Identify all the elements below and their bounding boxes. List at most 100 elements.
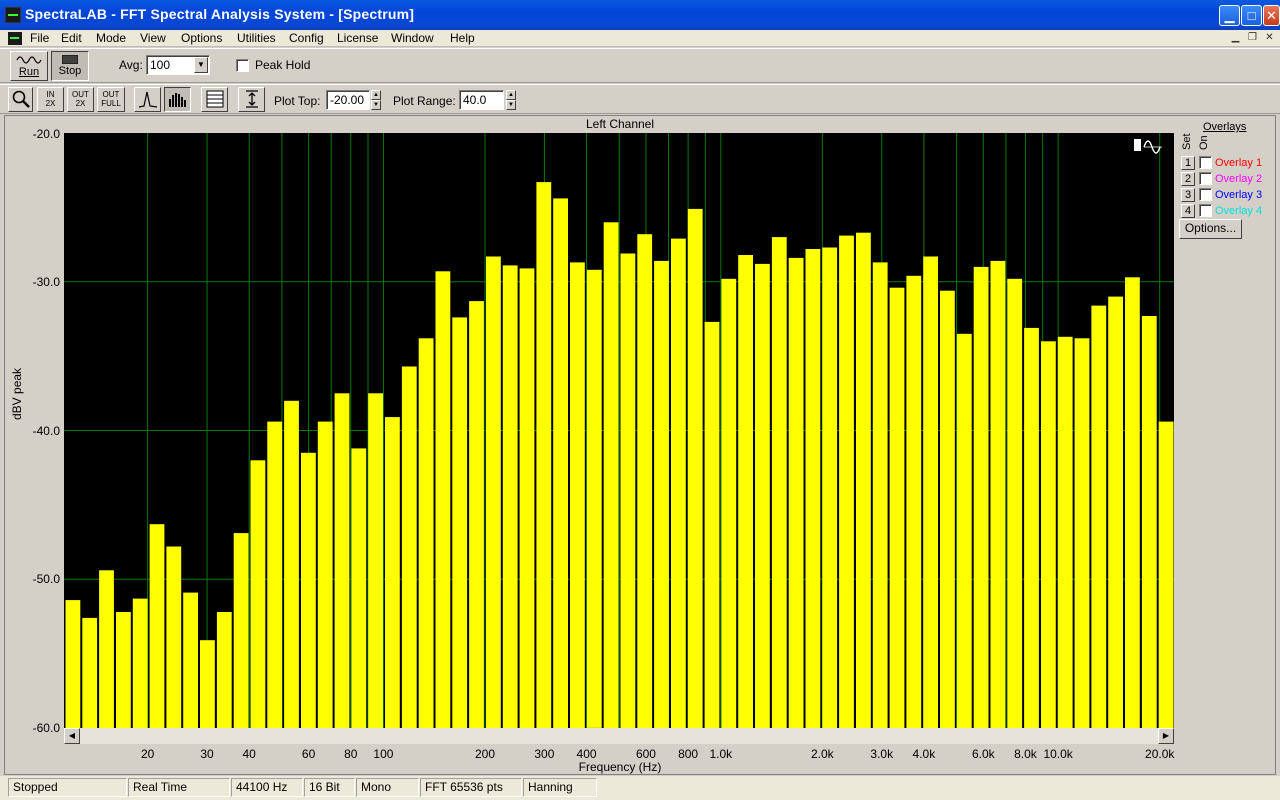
spectrum-bar [519,268,535,728]
menu-config[interactable]: Config [289,30,324,47]
overlay-1-checkbox[interactable] [1199,156,1212,169]
x-axis-label: Frequency (Hz) [578,760,662,774]
y-tick-label: -50.0 [32,572,60,586]
spectrum-chart[interactable] [64,133,1174,728]
menu-mode[interactable]: Mode [96,30,126,47]
overlay-2-checkbox[interactable] [1199,172,1212,185]
overlay-3-checkbox[interactable] [1199,188,1212,201]
x-tick-label: 4.0k [912,747,936,761]
close-button[interactable]: ✕ [1263,5,1280,26]
mdi-close-icon[interactable]: ✕ [1262,31,1277,45]
horizontal-scrollbar[interactable]: ◀ ▶ [64,728,1174,744]
menu-license[interactable]: License [337,30,378,47]
vertical-scale-icon [245,90,258,108]
overlay-1-set-button[interactable]: 1 [1181,156,1195,170]
peak-hold-checkbox[interactable] [236,59,249,72]
line-plot-button[interactable] [134,87,161,112]
overlay-1-label: Overlay 1 [1215,157,1263,169]
x-tick-label: 400 [576,747,597,761]
spectrum-bar [368,393,383,728]
bar-plot-icon [168,93,186,107]
scroll-right-icon[interactable]: ▶ [1158,728,1174,744]
x-tick-label: 2.0k [811,747,834,761]
overlay-4-set-button[interactable]: 4 [1181,204,1195,218]
zoom-out-2x-label: 2X [75,99,86,108]
menu-help[interactable]: Help [450,30,475,47]
menu-bar: File Edit Mode View Options Utilities Co… [0,30,1280,47]
spectrum-bar [216,612,232,728]
zoom-out-full-button[interactable]: OUT FULL [97,87,125,112]
spin-down-icon[interactable]: ▼ [506,100,516,110]
chevron-down-icon[interactable]: ▼ [194,57,208,73]
zoom-out-2x-button[interactable]: OUT 2X [67,87,94,112]
spin-down-icon[interactable]: ▼ [371,100,381,110]
mdi-restore-icon[interactable]: ❐ [1245,31,1260,45]
spectrum-bar [906,275,922,728]
spectrum-bar [654,260,669,728]
plot-top-value: -20.00 [330,93,365,107]
spectrum-bar [284,400,299,728]
spectrum-bar [385,417,400,728]
spectralab-window: SpectraLAB - FFT Spectral Analysis Syste… [0,0,1280,800]
table-view-button[interactable] [201,87,228,112]
plot-range-input[interactable]: 40.0 [459,90,504,110]
spin-up-icon[interactable]: ▲ [506,90,516,100]
menu-utilities[interactable]: Utilities [237,30,276,47]
menu-file[interactable]: File [30,30,49,47]
chart-title: Left Channel [585,117,655,131]
run-button[interactable]: Run [10,51,48,81]
spectrum-bar [435,271,451,728]
plot-top-input[interactable]: -20.00 [326,90,370,110]
spectrum-bar [1057,336,1073,728]
plot-range-spinner[interactable]: ▲ ▼ [506,90,516,110]
menu-options[interactable]: Options [181,30,222,47]
x-tick-label: 30 [200,747,214,761]
spectrum-bar [620,253,636,728]
spectrum-bar [872,262,888,728]
autoscale-button[interactable] [238,87,265,112]
spectrum-bar [418,338,434,728]
zoom-button[interactable] [8,87,33,112]
maximize-button[interactable]: □ [1241,5,1262,26]
bar-plot-button[interactable] [164,87,191,112]
overlay-4-label: Overlay 4 [1215,205,1263,217]
stop-button[interactable]: Stop [51,51,89,81]
spectrum-bar [1125,277,1140,728]
overlay-2-label: Overlay 2 [1215,173,1263,185]
spectrum-bar [603,222,619,728]
spectrum-bar [502,265,518,728]
plot-range-value: 40.0 [463,93,487,107]
x-tick-label: 20 [140,747,155,761]
sine-wave-icon [16,56,42,64]
spectrum-bar [687,208,703,728]
status-sample-rate: 44100 Hz [231,778,303,797]
spectrum-bar [267,421,283,728]
y-tick-label: -20.0 [32,127,60,141]
plot-top-spinner[interactable]: ▲ ▼ [371,90,381,110]
run-label: Run [18,66,40,78]
overlay-2-set-button[interactable]: 2 [1181,172,1195,186]
document-icon[interactable] [8,32,22,45]
spectrum-bar [788,257,804,728]
spin-up-icon[interactable]: ▲ [371,90,381,100]
zoom-in-2x-button[interactable]: IN 2X [37,87,64,112]
mdi-minimize-icon[interactable]: ▁ [1228,31,1243,45]
minimize-button[interactable]: ▁ [1219,5,1240,26]
spectrum-bar [940,290,955,728]
spectrum-bar [704,321,720,728]
overlay-3-set-button[interactable]: 3 [1181,188,1195,202]
plot-range-label: Plot Range: [393,94,456,108]
menu-view[interactable]: View [140,30,166,47]
x-tick-label: 10.0k [1043,747,1073,761]
overlays-header: Overlays [1203,121,1247,133]
overlay-4-checkbox[interactable] [1199,204,1212,217]
spectrum-bar [586,269,602,728]
overlay-options-button[interactable]: Options... [1179,219,1242,239]
spectrum-bar [183,592,198,728]
x-tick-label: 100 [373,747,394,761]
maximize-icon: □ [1247,8,1256,23]
menu-edit[interactable]: Edit [61,30,82,47]
menu-window[interactable]: Window [391,30,434,47]
scroll-left-icon[interactable]: ◀ [64,728,80,744]
avg-select[interactable]: 100 ▼ [146,55,210,75]
